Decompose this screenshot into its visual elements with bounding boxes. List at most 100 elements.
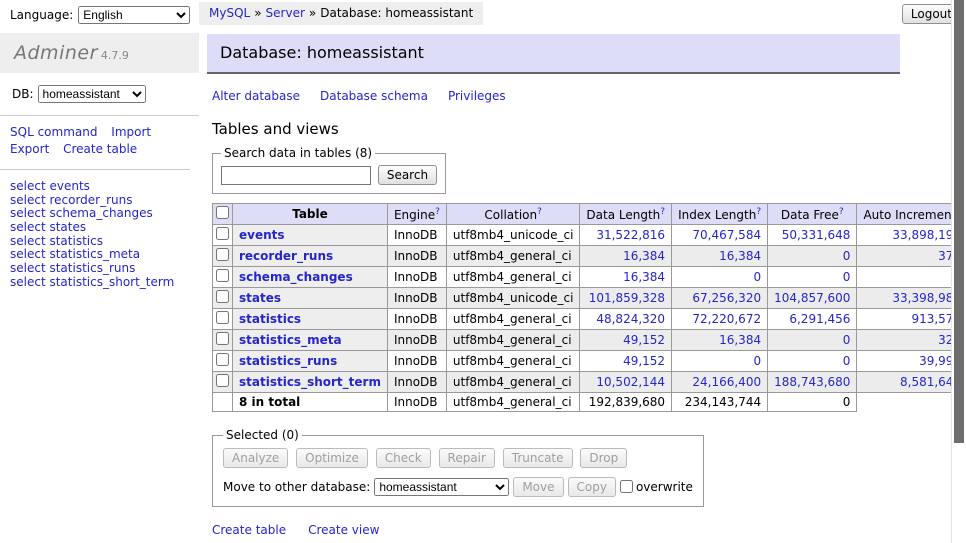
row-checkbox-statistics_short_term[interactable] [216,374,229,387]
index-length-link[interactable]: 0 [753,354,761,368]
engine-cell: InnoDB [387,288,446,309]
table-row-schema_changes: schema_changesInnoDButf8mb4_general_ci16… [213,267,966,288]
data-length-link[interactable]: 16,384 [623,270,665,284]
data-free-link[interactable]: 0 [843,270,851,284]
index-length-link[interactable]: 72,220,672 [692,312,761,326]
row-checkbox-states[interactable] [216,290,229,303]
data-free-link[interactable]: 50,331,648 [782,228,851,242]
table-name-cell: statistics_short_term [233,372,388,393]
table-total-row: 8 in totalInnoDButf8mb4_general_ci192,83… [213,393,966,412]
row-checkbox-statistics_runs[interactable] [216,353,229,366]
table-name-link-schema_changes[interactable]: schema_changes [239,270,353,284]
create-view-link[interactable]: Create view [308,523,379,537]
help-link[interactable]: ? [435,207,440,217]
data-free-link[interactable]: 104,857,600 [774,291,850,305]
row-checkbox-events[interactable] [216,227,229,240]
search-input[interactable] [221,166,371,185]
data-length-link[interactable]: 49,152 [623,354,665,368]
scrollbar-thumb[interactable] [954,0,964,443]
bulk-check-button[interactable]: Check [376,448,431,468]
data-length-cell: 49,152 [580,351,672,372]
sidebar-select-statistics-short-term[interactable]: select statistics_short_term [10,276,199,289]
bulk-truncate-button[interactable]: Truncate [503,448,573,468]
bulk-drop-button[interactable]: Drop [580,448,627,468]
move-button[interactable]: Move [513,477,563,497]
sidebar-link-import[interactable]: Import [111,125,151,139]
row-checkbox-cell [213,246,233,267]
sidebar-select-schema-changes[interactable]: select schema_changes [10,207,199,220]
sidebar-link-create-table[interactable]: Create table [63,142,137,156]
help-link[interactable]: ? [537,207,542,217]
move-db-select[interactable]: homeassistant [374,478,509,496]
table-name-link-events[interactable]: events [239,228,285,242]
overwrite-label[interactable]: overwrite [636,480,693,494]
alter-database-link[interactable]: Alter database [212,89,300,103]
row-checkbox-recorder_runs[interactable] [216,248,229,261]
help-link[interactable]: ? [660,207,665,217]
sidebar-select-states[interactable]: select states [10,221,199,234]
vertical-scrollbar[interactable] [951,0,966,543]
sidebar-select-events[interactable]: select events [10,180,199,193]
data-free-link[interactable]: 0 [843,333,851,347]
select-all-checkbox[interactable] [216,206,229,219]
overwrite-checkbox[interactable] [620,480,633,493]
data-length-link[interactable]: 16,384 [623,249,665,263]
adminer-brand: Adminer4.7.9 [0,33,199,73]
auto-increment-cell: 6 [857,267,966,288]
index-length-link[interactable]: 16,384 [719,333,761,347]
data-free-link[interactable]: 6,291,456 [789,312,850,326]
create-table-link[interactable]: Create table [212,523,286,537]
index-length-link[interactable]: 67,256,320 [692,291,761,305]
index-length-link[interactable]: 16,384 [719,249,761,263]
index-length-link[interactable]: 70,467,584 [692,228,761,242]
sidebar-select-statistics[interactable]: select statistics [10,235,199,248]
breadcrumb-mysql-link[interactable]: MySQL [209,6,250,20]
row-checkbox-schema_changes[interactable] [216,269,229,282]
data-length-link[interactable]: 49,152 [623,333,665,347]
db-select[interactable]: homeassistant [38,85,146,103]
data-free-link[interactable]: 188,743,680 [774,375,850,389]
row-checkbox-statistics[interactable] [216,311,229,324]
sidebar-select-statistics-meta[interactable]: select statistics_meta [10,248,199,261]
row-checkbox-statistics_meta[interactable] [216,332,229,345]
sidebar-link-export[interactable]: Export [10,142,49,156]
data-length-cell: 16,384 [580,246,672,267]
copy-button[interactable]: Copy [568,477,616,497]
data-length-link[interactable]: 101,859,328 [589,291,665,305]
help-link[interactable]: ? [756,207,761,217]
bulk-analyze-button[interactable]: Analyze [223,448,288,468]
table-name-link-statistics_short_term[interactable]: statistics_short_term [239,375,381,389]
index-length-cell: 70,467,584 [672,225,768,246]
row-checkbox-cell [213,330,233,351]
breadcrumb: MySQL»Server»Database: homeassistant [199,2,483,25]
data-length-link[interactable]: 31,522,816 [596,228,665,242]
sidebar-link-sql-command[interactable]: SQL command [10,125,97,139]
total-data-length-cell: 192,839,680 [580,393,672,412]
language-select[interactable]: English [78,6,190,24]
index-length-link[interactable]: 0 [753,270,761,284]
table-name-cell: states [233,288,388,309]
bulk-optimize-button[interactable]: Optimize [296,448,368,468]
table-name-link-statistics_meta[interactable]: statistics_meta [239,333,342,347]
table-name-link-statistics[interactable]: statistics [239,312,301,326]
language-row: Language:English [0,0,199,30]
table-name-link-recorder_runs[interactable]: recorder_runs [239,249,333,263]
data-length-link[interactable]: 10,502,144 [596,375,665,389]
sidebar-select-recorder-runs[interactable]: select recorder_runs [10,194,199,207]
data-free-cell: 188,743,680 [768,372,857,393]
index-length-link[interactable]: 24,166,400 [692,375,761,389]
data-free-link[interactable]: 0 [843,354,851,368]
collation-cell: utf8mb4_unicode_ci [446,225,580,246]
privileges-link[interactable]: Privileges [448,89,506,103]
table-name-link-states[interactable]: states [239,291,281,305]
breadcrumb-server-link[interactable]: Server [266,6,305,20]
data-free-link[interactable]: 0 [843,249,851,263]
search-button[interactable]: Search [378,165,437,185]
sidebar-select-statistics-runs[interactable]: select statistics_runs [10,262,199,275]
bulk-repair-button[interactable]: Repair [439,448,495,468]
move-label: Move to other database: [223,480,370,494]
data-length-link[interactable]: 48,824,320 [596,312,665,326]
database-schema-link[interactable]: Database schema [320,89,428,103]
table-name-link-statistics_runs[interactable]: statistics_runs [239,354,337,368]
help-link[interactable]: ? [839,207,844,217]
